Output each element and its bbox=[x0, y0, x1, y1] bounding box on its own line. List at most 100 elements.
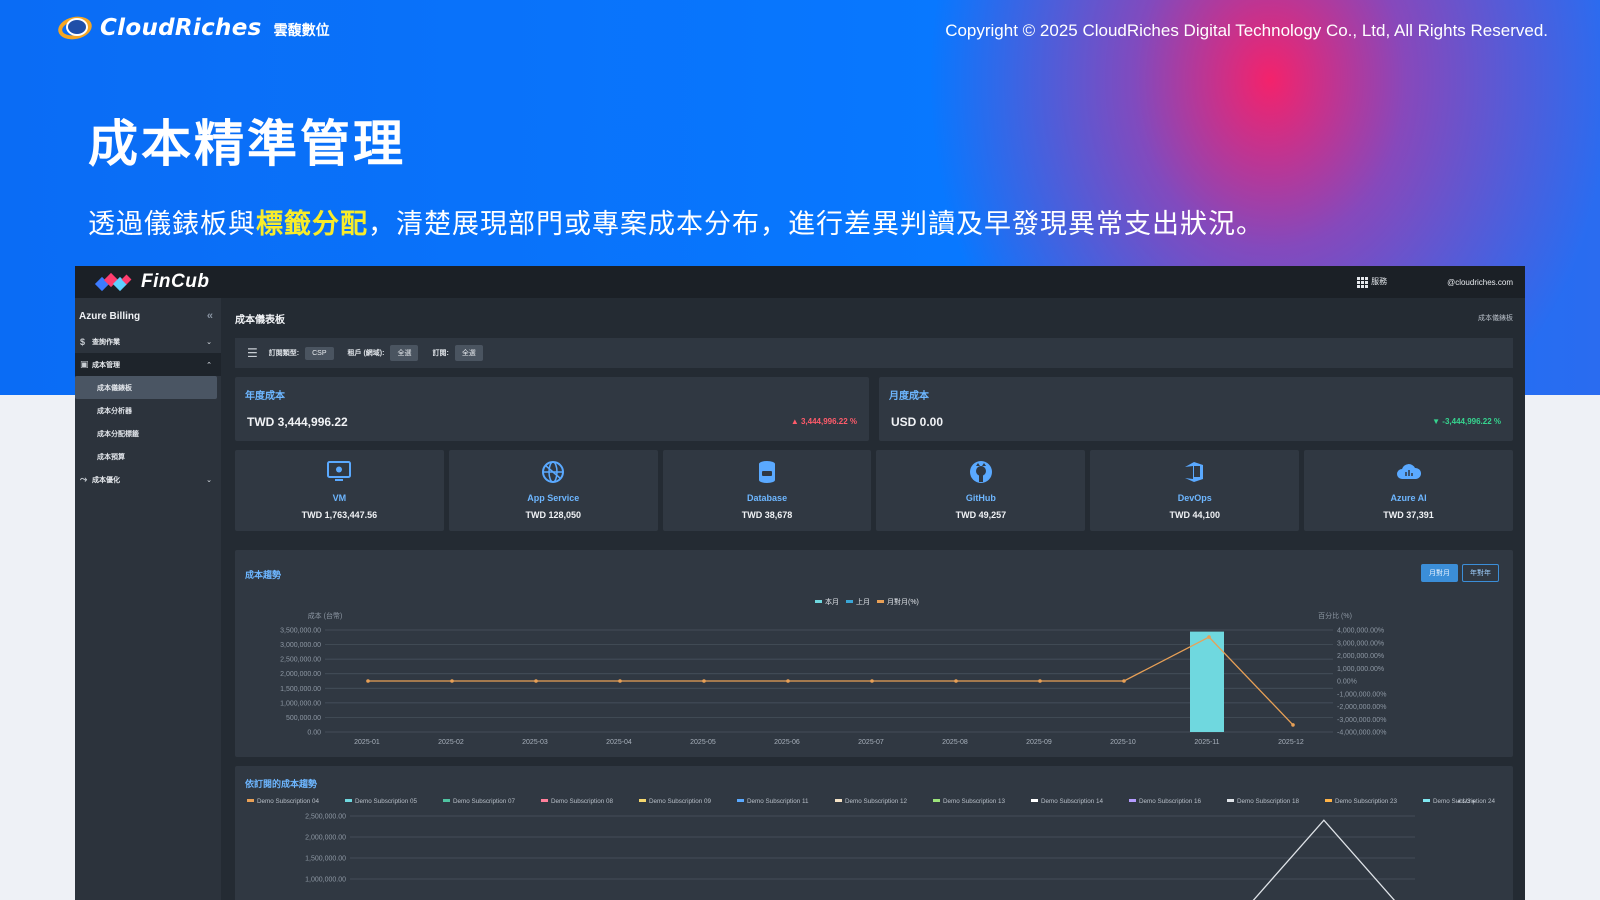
y2-tick-label: -1,000,000.00% bbox=[1337, 691, 1386, 698]
y-tick-label: 3,000,000.00 bbox=[280, 642, 321, 649]
x-tick-label: 2025-05 bbox=[690, 739, 716, 746]
services-label: 服務 bbox=[1371, 277, 1388, 287]
service-card-azure-ai[interactable]: Azure AI TWD 37,391 bbox=[1304, 450, 1513, 531]
toggle-mom[interactable]: 月對月 bbox=[1421, 564, 1458, 582]
service-name: GitHub bbox=[965, 493, 996, 503]
fincub-logo[interactable]: FinCub bbox=[94, 271, 209, 293]
legend-label: 本月 bbox=[825, 597, 839, 606]
kpi-label: 年度成本 bbox=[245, 391, 285, 402]
sidebar-sub-allocation-tags[interactable]: 成本分配標籤 bbox=[75, 422, 221, 445]
toggle-yoy[interactable]: 年對年 bbox=[1462, 564, 1499, 582]
legend-swatch bbox=[737, 799, 744, 802]
banner-description: 透過儀錶板與標籤分配，清楚展現部門或專案成本分布，進行差異判讀及早發現異常支出狀… bbox=[88, 202, 1264, 241]
legend-swatch bbox=[639, 799, 646, 802]
y2-tick-label: -4,000,000.00% bbox=[1337, 730, 1386, 737]
kpi-value: USD 0.00 bbox=[891, 415, 944, 429]
x-tick-label: 2025-02 bbox=[438, 739, 464, 746]
brand-name: CloudRiches bbox=[100, 15, 262, 41]
legend-label: Demo Subscription 04 bbox=[257, 798, 319, 805]
legend-label: Demo Subscription 16 bbox=[1139, 798, 1201, 805]
sidebar-sub-budget[interactable]: 成本預算 bbox=[75, 445, 221, 468]
y-tick-label: 1,000,000.00 bbox=[280, 700, 321, 707]
sidebar: Azure Billing « $ 查詢作業 ⌄ ▣ 成本管理 ⌃ 成本儀錶板 … bbox=[75, 298, 221, 900]
service-card-devops[interactable]: DevOps TWD 44,100 bbox=[1090, 450, 1300, 531]
filter-tenant[interactable]: 全選 bbox=[390, 345, 419, 361]
mom-point bbox=[618, 679, 622, 683]
database-icon bbox=[759, 461, 776, 483]
mom-point bbox=[534, 679, 538, 683]
service-card-database[interactable]: Database TWD 38,678 bbox=[662, 450, 872, 531]
service-value: TWD 38,678 bbox=[741, 510, 793, 520]
cost-trend-chart: 3,500,000.00 3,000,000.00 2,500,000.00 2,00… bbox=[280, 597, 1386, 746]
service-card-github[interactable]: GitHub TWD 49,257 bbox=[876, 450, 1086, 531]
legend-swatch bbox=[835, 799, 842, 802]
main-content: 成本儀表板 成本儀錶板 ☰ 訂閱類型: CSP 租戶 (網域): 全選 訂閱: … bbox=[235, 298, 1513, 900]
y-tick-label: 1,000,000.00 bbox=[305, 877, 346, 884]
mom-point bbox=[1291, 723, 1295, 727]
legend-swatch bbox=[443, 799, 450, 802]
fincub-app-window: FinCub 服務 @cloudriches.com Azure Billing… bbox=[75, 266, 1525, 900]
y-tick-label: 2,000,000.00 bbox=[280, 671, 321, 678]
kpi-value: TWD 3,444,996.22 bbox=[247, 415, 348, 429]
legend-swatch bbox=[877, 600, 884, 603]
x-tick-label: 2025-07 bbox=[858, 739, 884, 746]
y-tick-label: 500,000.00 bbox=[286, 715, 321, 722]
legend-swatch bbox=[1129, 799, 1136, 802]
mom-point bbox=[786, 679, 790, 683]
filter-sliders-icon[interactable]: ☰ bbox=[247, 346, 258, 360]
service-value: TWD 37,391 bbox=[1383, 510, 1434, 520]
mom-point bbox=[702, 679, 706, 683]
legend-swatch bbox=[1031, 799, 1038, 802]
service-card-app-service[interactable]: App Service TWD 128,050 bbox=[448, 450, 658, 531]
kpi-delta: ▼ -3,444,996.22 % bbox=[1432, 417, 1501, 426]
legend-swatch bbox=[1423, 799, 1430, 802]
sidebar-sub-dashboard[interactable]: 成本儀錶板 bbox=[75, 376, 217, 399]
x-tick-label: 2025-04 bbox=[606, 739, 632, 746]
services-menu[interactable]: 服務 bbox=[1357, 276, 1388, 288]
service-name: App Service bbox=[527, 493, 580, 503]
desc-highlight: 標籤分配 bbox=[256, 209, 368, 239]
legend-pager: ◂ 1/3 ▸ bbox=[1457, 798, 1476, 805]
breadcrumb[interactable]: 成本儀錶板 bbox=[1478, 313, 1513, 323]
sidebar-item-query[interactable]: $ 查詢作業 ⌄ bbox=[75, 330, 221, 353]
collapse-sidebar-icon[interactable]: « bbox=[207, 310, 213, 322]
monitor-icon bbox=[327, 461, 352, 481]
sidebar-header: Azure Billing « bbox=[75, 298, 221, 330]
subscription-line bbox=[1252, 819, 1396, 900]
legend-label: 上月 bbox=[856, 597, 870, 606]
sidebar-item-optimization[interactable]: ⤳ 成本優化 ⌄ bbox=[75, 468, 221, 491]
desc-part-2: ，清楚展現部門或專案成本分布，進行差異判讀及早發現異常支出狀況。 bbox=[368, 209, 1264, 239]
chart-icon: ▣ bbox=[80, 359, 89, 369]
user-account[interactable]: @cloudriches.com bbox=[1447, 278, 1513, 287]
y2-axis-label: 百分比 (%) bbox=[1318, 611, 1352, 620]
mom-point bbox=[366, 679, 370, 683]
y-tick-label: 1,500,000.00 bbox=[305, 856, 346, 863]
legend-swatch bbox=[541, 799, 548, 802]
kpi-annual-cost: 年度成本 TWD 3,444,996.22 ▲ 3,444,996.22 % bbox=[235, 377, 869, 441]
dashboard-title: 成本儀表板 bbox=[235, 314, 285, 326]
service-value: TWD 49,257 bbox=[955, 510, 1007, 520]
y-tick-label: 3,500,000.00 bbox=[280, 628, 321, 635]
y2-tick-label: -3,000,000.00% bbox=[1337, 717, 1386, 724]
sidebar-item-cost-management[interactable]: ▣ 成本管理 ⌃ bbox=[75, 353, 221, 376]
filter-label: 訂閱: bbox=[432, 350, 449, 357]
sidebar-title: Azure Billing bbox=[79, 310, 141, 322]
legend-label: Demo Subscription 13 bbox=[943, 798, 1005, 805]
filter-subscription-type[interactable]: CSP bbox=[305, 346, 334, 360]
legend-label: Demo Subscription 23 bbox=[1335, 798, 1397, 805]
legend-label: Demo Subscription 07 bbox=[453, 798, 515, 805]
filter-bar: ☰ 訂閱類型: CSP 租戶 (網域): 全選 訂閱: 全選 bbox=[235, 338, 1513, 368]
sidebar-sub-analyzer[interactable]: 成本分析器 bbox=[75, 399, 221, 422]
chevron-up-icon: ⌃ bbox=[206, 361, 212, 369]
filter-label: 租戶 (網域): bbox=[347, 350, 385, 357]
service-value: TWD 44,100 bbox=[1169, 510, 1220, 520]
sidebar-item-label: 查詢作業 bbox=[92, 338, 120, 346]
filter-subscription[interactable]: 全選 bbox=[454, 345, 483, 361]
x-tick-label: 2025-12 bbox=[1278, 739, 1304, 746]
y2-tick-label: 0.00% bbox=[1337, 679, 1357, 686]
copyright-text: Copyright © 2025 CloudRiches Digital Tec… bbox=[945, 21, 1548, 40]
service-name: DevOps bbox=[1177, 493, 1212, 503]
y-tick-label: 0.00 bbox=[307, 730, 321, 737]
service-value: TWD 128,050 bbox=[525, 510, 581, 520]
service-card-vm[interactable]: VM TWD 1,763,447.56 bbox=[235, 450, 444, 531]
